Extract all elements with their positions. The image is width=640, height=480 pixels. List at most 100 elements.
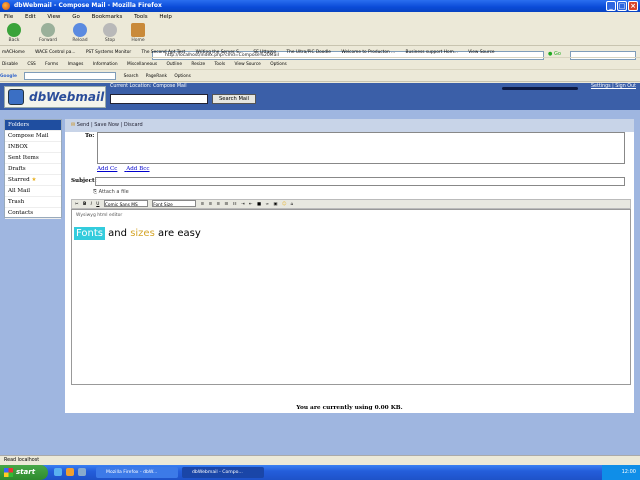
send-icon: ✉	[71, 122, 76, 128]
body-word-and: and	[108, 228, 127, 239]
align-left-icon[interactable]: ≡	[201, 202, 205, 207]
devtool-item[interactable]: Outline	[166, 62, 182, 67]
start-button[interactable]: start	[0, 465, 48, 480]
header-links[interactable]: Settings | Sign Out	[591, 84, 636, 89]
image-icon[interactable]: ▣	[273, 202, 277, 207]
header-decoration	[502, 87, 578, 90]
devtool-item[interactable]: Resize	[191, 62, 205, 67]
sidebar-item-drafts[interactable]: Drafts	[5, 164, 61, 175]
devtool-item[interactable]: Forms	[45, 62, 58, 67]
sidebar-item-sent[interactable]: Sent Items	[5, 153, 61, 164]
task-dbwebmail[interactable]: dbWebmail - Compo...	[182, 467, 264, 478]
smiley-icon[interactable]: ☺	[282, 202, 286, 207]
compose-toolbar: ✉ Send | Save Now | Discard	[65, 119, 634, 132]
bookmark-item[interactable]: View Source	[468, 50, 494, 55]
add-bcc-link[interactable]: Add Bcc	[126, 166, 149, 172]
unordered-list-icon[interactable]: ☷	[233, 202, 237, 207]
devtool-item[interactable]: Options	[270, 62, 287, 67]
menu-tools[interactable]: Tools	[134, 14, 148, 20]
subject-field[interactable]	[95, 177, 625, 186]
google-options-button[interactable]: Options	[174, 74, 191, 79]
compose-actions[interactable]: Send | Save Now | Discard	[77, 122, 143, 128]
maximize-button[interactable]: □	[617, 1, 627, 11]
sidebar-item-inbox[interactable]: INBOX	[5, 142, 61, 153]
menu-go[interactable]: Go	[72, 14, 80, 20]
menu-file[interactable]: File	[4, 14, 13, 20]
underline-button[interactable]: U	[96, 202, 99, 207]
devtool-item[interactable]: Images	[68, 62, 84, 67]
task-firefox[interactable]: Mozilla Firefox - dbW...	[96, 467, 178, 478]
browser-window: dbWebmail - Compose Mail - Mozilla Firef…	[0, 0, 640, 480]
bookmark-item[interactable]: mACHome	[2, 50, 25, 55]
to-field[interactable]	[97, 132, 625, 164]
message-editor[interactable]: Wysiwyg html editor Fonts and sizes are …	[71, 209, 631, 385]
home-button[interactable]: Home	[126, 23, 150, 45]
link-icon[interactable]: ∞	[265, 202, 269, 207]
size-select[interactable]: Font Size	[152, 200, 197, 208]
cut-icon[interactable]: ✂	[75, 202, 79, 207]
sidebar-item-trash[interactable]: Trash	[5, 197, 61, 208]
google-search-button[interactable]: Search	[124, 74, 139, 79]
bold-button[interactable]: B	[83, 202, 86, 207]
back-button[interactable]: Back	[2, 23, 26, 45]
star-icon: ★	[31, 177, 37, 183]
body-word-fonts: Fonts	[74, 227, 105, 240]
bookmark-item[interactable]: Welcome to Producton ...	[341, 50, 395, 55]
window-title: dbWebmail - Compose Mail - Mozilla Firef…	[14, 2, 162, 9]
mail-search-input[interactable]	[110, 94, 208, 104]
sidebar-item-all-mail[interactable]: All Mail	[5, 186, 61, 197]
devtool-item[interactable]: CSS	[27, 62, 35, 67]
sidebar-item-contacts[interactable]: Contacts	[5, 208, 61, 219]
source-icon[interactable]: ⌂	[291, 202, 294, 207]
clock: 12:00	[621, 469, 636, 475]
indent-icon[interactable]: ⇥	[241, 202, 245, 207]
system-tray: 12:00	[602, 465, 640, 480]
devtool-item[interactable]: Disable	[2, 62, 18, 67]
font-select[interactable]: Comic Sans MS	[103, 200, 148, 208]
reload-button[interactable]: Reload	[68, 23, 92, 45]
menu-bookmarks[interactable]: Bookmarks	[92, 14, 123, 20]
outdent-icon[interactable]: ⇤	[249, 202, 253, 207]
page-content: dbWebmail Current Location: Compose Mail…	[0, 83, 640, 455]
ie-quicklaunch-icon[interactable]	[54, 468, 62, 476]
app-header: dbWebmail Current Location: Compose Mail…	[0, 83, 640, 110]
sidebar-item-starred[interactable]: Starred ★	[5, 175, 61, 186]
sidebar-item-compose[interactable]: Compose Mail	[5, 131, 61, 142]
close-button[interactable]: ×	[628, 1, 638, 11]
add-cc-link[interactable]: Add Cc	[97, 166, 117, 172]
menu-edit[interactable]: Edit	[25, 14, 36, 20]
bookmark-item[interactable]: Business support Hom...	[406, 50, 458, 55]
text-color-icon[interactable]: ■	[257, 202, 261, 207]
bookmark-item[interactable]: PST Systems Monitor	[86, 50, 131, 55]
firefox-quicklaunch-icon[interactable]	[66, 468, 74, 476]
desktop-quicklaunch-icon[interactable]	[78, 468, 86, 476]
minimize-button[interactable]: _	[606, 1, 616, 11]
devtool-item[interactable]: Miscellaneous	[127, 62, 157, 67]
align-center-icon[interactable]: ≡	[209, 202, 213, 207]
reload-icon	[73, 23, 87, 37]
menu-help[interactable]: Help	[159, 14, 172, 20]
bookmark-item[interactable]: SE Uttamo	[253, 50, 276, 55]
forward-arrow-icon	[41, 23, 55, 37]
align-right-icon[interactable]: ≡	[217, 202, 221, 207]
body-word-sizes: sizes	[130, 228, 155, 239]
devtool-item[interactable]: Tools	[215, 62, 226, 67]
bookmark-item[interactable]: The Second Apt Test	[141, 50, 185, 55]
subject-label: Subject:	[71, 178, 97, 184]
message-body[interactable]: Fonts and sizes are easy	[74, 227, 201, 240]
menu-view[interactable]: View	[47, 14, 60, 20]
bookmark-item[interactable]: The Ultra/PiC Doodle	[287, 50, 331, 55]
stop-button[interactable]: Stop	[98, 23, 122, 45]
devtool-item[interactable]: Information	[93, 62, 118, 67]
bookmark-item[interactable]: Writing the Server S...	[196, 50, 243, 55]
attach-file-link[interactable]: ⎘ Attach a file	[93, 189, 129, 195]
google-search-input[interactable]	[24, 71, 117, 80]
taskbar: start Mozilla Firefox - dbW... dbWebmail…	[0, 465, 640, 480]
folder-sidebar: Folders Compose Mail INBOX Sent Items Dr…	[4, 119, 62, 219]
search-mail-button[interactable]: Search Mail	[212, 94, 256, 104]
ordered-list-icon[interactable]: ☰	[225, 202, 229, 207]
bookmark-item[interactable]: WACE Control pa...	[35, 50, 75, 55]
forward-button[interactable]: Forward	[36, 23, 60, 45]
italic-button[interactable]: I	[91, 202, 92, 207]
devtool-item[interactable]: View Source	[235, 62, 261, 67]
